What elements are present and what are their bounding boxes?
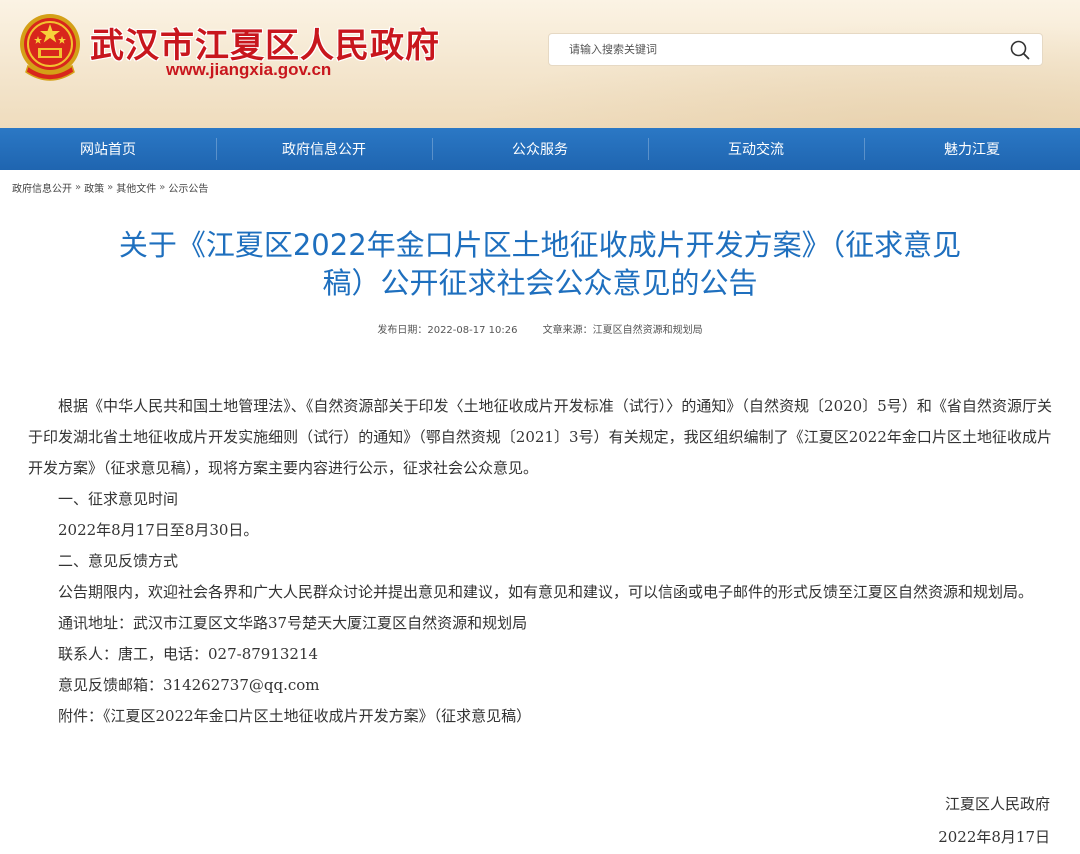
signature-date: 2022年8月17日 (938, 828, 1050, 846)
site-url[interactable]: www.jiangxia.gov.cn (166, 60, 331, 80)
contact-email: 意见反馈邮箱：314262737@qq.com (58, 676, 320, 694)
national-emblem-icon[interactable] (14, 10, 86, 86)
section-heading: 一、征求意见时间 (58, 490, 179, 508)
body-paragraph: 公告期限内，欢迎社会各界和广大人民群众讨论并提出意见和建议，如有意见和建议，可以… (58, 583, 1034, 601)
breadcrumb-separator: » (75, 181, 82, 193)
search-input[interactable] (549, 34, 998, 65)
main-nav: 网站首页 政府信息公开 公众服务 互动交流 魅力江夏 (0, 128, 1080, 170)
publish-date: 发布日期：2022-08-17 10:26 (377, 325, 518, 336)
body-paragraph: 2022年8月17日至8月30日。 (58, 521, 259, 539)
contact-person: 联系人：唐工，电话：027-87913214 (58, 645, 319, 663)
nav-item-charm-jiangxia[interactable]: 魅力江夏 (864, 128, 1080, 170)
nav-item-gov-info[interactable]: 政府信息公开 (216, 128, 432, 170)
article-title-line: 关于《江夏区2022年金口片区土地征收成片开发方案》（征求意见 (118, 228, 962, 262)
site-name[interactable]: 武汉市江夏区人民政府 (90, 18, 440, 66)
nav-item-interaction[interactable]: 互动交流 (648, 128, 864, 170)
search-icon (1010, 40, 1030, 59)
article-title-line: 稿）公开征求社会公众意见的公告 (322, 266, 758, 300)
breadcrumb: 政府信息公开 » 政策 » 其他文件 » 公示公告 (12, 180, 208, 195)
contact-address: 通讯地址：武汉市江夏区文华路37号楚天大厦江夏区自然资源和规划局 (58, 614, 528, 632)
breadcrumb-item-gov-info[interactable]: 政府信息公开 (12, 180, 72, 195)
site-header: 武汉市江夏区人民政府 www.jiangxia.gov.cn (0, 0, 1080, 128)
nav-item-public-service[interactable]: 公众服务 (432, 128, 648, 170)
search-box (548, 33, 1043, 66)
search-button[interactable] (998, 34, 1042, 65)
breadcrumb-separator: » (159, 181, 166, 193)
article-body: 根据《中华人民共和国土地管理法》、《自然资源部关于印发〈土地征收成片开发标准（试… (28, 391, 1052, 732)
body-paragraph: 根据《中华人民共和国土地管理法》、《自然资源部关于印发〈土地征收成片开发标准（试… (28, 397, 1052, 477)
breadcrumb-item-announcements[interactable]: 公示公告 (168, 180, 208, 195)
breadcrumb-separator: » (107, 181, 114, 193)
article-source: 文章来源：江夏区自然资源和规划局 (542, 325, 703, 336)
article-meta: 发布日期：2022-08-17 10:26 文章来源：江夏区自然资源和规划局 (0, 321, 1080, 336)
signature-org: 江夏区人民政府 (944, 795, 1050, 813)
breadcrumb-item-policy[interactable]: 政策 (84, 180, 104, 195)
breadcrumb-item-other-docs[interactable]: 其他文件 (116, 180, 156, 195)
nav-item-home[interactable]: 网站首页 (0, 128, 216, 170)
signature: 江夏区人民政府 2022年8月17日 (938, 788, 1050, 854)
attachment-link[interactable]: 附件：《江夏区2022年金口片区土地征收成片开发方案》（征求意见稿） (28, 701, 1052, 732)
section-heading: 二、意见反馈方式 (58, 552, 179, 570)
article-title: 关于《江夏区2022年金口片区土地征收成片开发方案》（征求意见 稿）公开征求社会… (40, 226, 1040, 302)
